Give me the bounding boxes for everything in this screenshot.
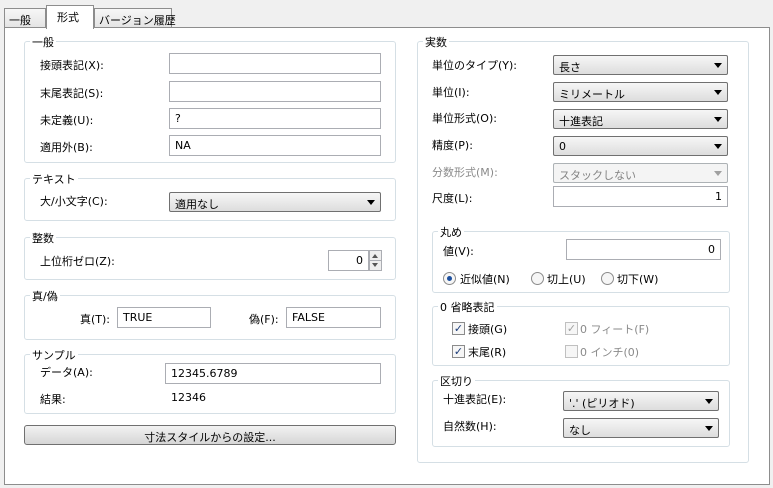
prefix-label: 接頭表記(X): xyxy=(40,59,104,72)
decimal-separator-dropdown[interactable]: '.' (ピリオド) xyxy=(563,391,719,411)
zero-feet-checkbox: ✓ xyxy=(565,322,578,335)
precision-dropdown[interactable]: 0 xyxy=(553,136,728,156)
unit-format-value: 十進表記 xyxy=(559,115,603,128)
unit-format-dropdown[interactable]: 十進表記 xyxy=(553,109,728,129)
natural-number-label: 自然数(H): xyxy=(443,420,497,433)
chevron-down-icon xyxy=(714,144,722,149)
sample-data-input[interactable]: 12345.6789 xyxy=(165,363,381,384)
unit-type-dropdown[interactable]: 長さ xyxy=(553,55,728,75)
prefix-input[interactable] xyxy=(169,53,381,74)
set-from-dimstyle-button[interactable]: 寸法スタイルからの設定... xyxy=(24,425,396,445)
fraction-format-label: 分数形式(M): xyxy=(432,166,498,179)
scale-label: 尺度(L): xyxy=(432,192,473,205)
round-nearest-radio[interactable] xyxy=(443,272,456,285)
round-nearest-label[interactable]: 近似値(N) xyxy=(460,271,510,287)
fraction-format-dropdown: スタックしない xyxy=(553,163,728,183)
spin-down-icon[interactable] xyxy=(372,263,378,267)
leading-zero-label: 上位桁ゼロ(Z): xyxy=(40,255,115,268)
case-dropdown[interactable]: 適用なし xyxy=(169,192,381,212)
trailing-zero-checkbox[interactable]: ✓ xyxy=(452,345,465,358)
tab-version-history-label: バージョン履歴 xyxy=(99,14,176,27)
unit-type-label: 単位のタイプ(Y): xyxy=(432,59,518,72)
zero-suppression-title: 0 省略表記 xyxy=(438,299,497,315)
leading-zero-input[interactable]: 0 xyxy=(328,250,369,271)
chevron-down-icon xyxy=(714,63,722,68)
tab-general[interactable]: 一般 xyxy=(4,8,46,28)
rounding-value-label: 値(V): xyxy=(443,245,474,258)
false-input[interactable]: FALSE xyxy=(286,307,381,328)
zero-feet-label: 0 フィート(F) xyxy=(580,323,650,336)
unit-label: 単位(I): xyxy=(432,86,470,99)
leading-zero-check-label[interactable]: 接頭(G) xyxy=(468,321,507,337)
not-applicable-label: 適用外(B): xyxy=(40,141,93,154)
sample-result-value: 12346 xyxy=(171,391,206,404)
rounding-group-title: 丸め xyxy=(438,224,464,240)
tab-format[interactable]: 形式 xyxy=(46,5,94,29)
trailing-zero-check-label[interactable]: 末尾(R) xyxy=(468,344,506,360)
text-group-title: テキスト xyxy=(30,171,78,187)
round-up-label[interactable]: 切上(U) xyxy=(547,271,586,287)
boolean-group-title: 真/偽 xyxy=(30,288,60,304)
spin-up-icon[interactable] xyxy=(372,254,378,258)
round-up-radio[interactable] xyxy=(531,272,544,285)
tab-version-history[interactable]: バージョン履歴 xyxy=(94,8,176,28)
sample-result-label: 結果: xyxy=(40,393,66,406)
scale-input[interactable]: 1 xyxy=(553,186,728,207)
integer-group-title: 整数 xyxy=(30,230,56,246)
general-group-title: 一般 xyxy=(30,34,56,50)
natural-number-dropdown[interactable]: なし xyxy=(563,418,719,438)
decimal-separator-value: '.' (ピリオド) xyxy=(569,397,635,410)
precision-label: 精度(P): xyxy=(432,139,473,152)
chevron-down-icon xyxy=(714,90,722,95)
true-input[interactable]: TRUE xyxy=(117,307,211,328)
unit-type-value: 長さ xyxy=(559,61,581,74)
zero-inches-label: 0 インチ(0) xyxy=(580,346,640,359)
suffix-label: 末尾表記(S): xyxy=(40,87,104,100)
undefined-label: 未定義(U): xyxy=(40,114,94,127)
chevron-down-icon xyxy=(705,426,713,431)
unit-dropdown[interactable]: ミリメートル xyxy=(553,82,728,102)
tab-general-label: 一般 xyxy=(9,14,31,27)
chevron-down-icon xyxy=(367,200,375,205)
case-label: 大/小文字(C): xyxy=(40,195,108,208)
tab-bar: 一般 形式 バージョン履歴 xyxy=(0,0,773,29)
leading-zero-checkbox[interactable]: ✓ xyxy=(452,322,465,335)
zero-inches-checkbox xyxy=(565,345,578,358)
precision-value: 0 xyxy=(559,140,566,153)
chevron-down-icon xyxy=(705,399,713,404)
round-down-radio[interactable] xyxy=(601,272,614,285)
tab-format-label: 形式 xyxy=(57,11,79,24)
unit-value: ミリメートル xyxy=(559,88,625,101)
separator-group-title: 区切り xyxy=(438,373,475,389)
sample-data-label: データ(A): xyxy=(40,366,93,379)
rounding-value-input[interactable]: 0 xyxy=(566,239,721,260)
natural-number-value: なし xyxy=(569,424,591,437)
case-dropdown-value: 適用なし xyxy=(175,198,219,211)
unit-format-label: 単位形式(O): xyxy=(432,112,497,125)
real-group-title: 実数 xyxy=(423,34,449,50)
false-label: 偽(F): xyxy=(249,313,279,326)
suffix-input[interactable] xyxy=(169,81,381,102)
sample-group-title: サンプル xyxy=(30,347,78,363)
round-down-label[interactable]: 切下(W) xyxy=(617,271,658,287)
not-applicable-input[interactable]: NA xyxy=(169,135,381,156)
leading-zero-spinner[interactable] xyxy=(369,250,382,271)
chevron-down-icon xyxy=(714,171,722,176)
true-label: 真(T): xyxy=(80,313,111,326)
decimal-separator-label: 十進表記(E): xyxy=(443,393,507,406)
undefined-input[interactable]: ? xyxy=(169,108,381,129)
chevron-down-icon xyxy=(714,117,722,122)
fraction-format-value: スタックしない xyxy=(559,169,636,182)
